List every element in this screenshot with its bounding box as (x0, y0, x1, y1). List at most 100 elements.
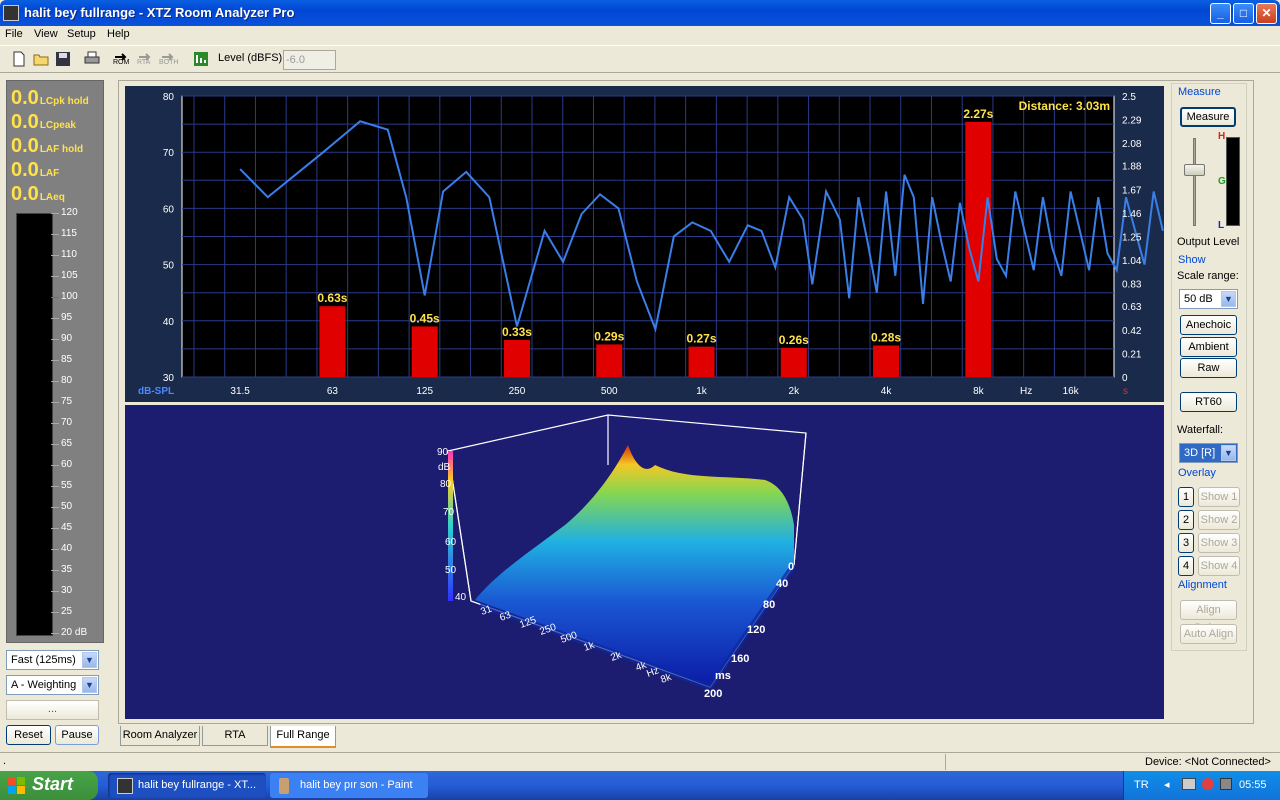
rom-label: ROM (113, 59, 130, 66)
waterfall-select[interactable]: 3D [R] ▼ (1179, 443, 1238, 463)
rt60-bar (688, 346, 715, 377)
chevron-down-icon[interactable]: ▼ (82, 652, 97, 668)
y-tick-label: 40 (163, 317, 175, 328)
y-tick-label: 30 (163, 373, 175, 384)
tab-rta[interactable]: RTA (202, 726, 268, 746)
y2-tick-label: 0 (1122, 373, 1128, 384)
rt60-bar (503, 339, 530, 377)
network-icon[interactable] (1182, 778, 1196, 790)
x-tick-label: 63 (327, 386, 339, 397)
rt60-bar (319, 306, 346, 377)
meter-tick (51, 213, 59, 214)
meter-tick-label: 40 (61, 543, 73, 554)
rt60-value-label: 2.27s (963, 107, 993, 121)
save-icon[interactable] (55, 51, 71, 67)
title-bar[interactable]: halit bey fullrange - XTZ Room Analyzer … (0, 0, 1280, 26)
taskbar: Start halit bey fullrange - XT... halit … (0, 771, 1280, 800)
taskbar-item-paint[interactable]: halit bey pır son - Paint (270, 773, 428, 798)
menu-help[interactable]: Help (107, 28, 130, 40)
app-icon[interactable] (3, 5, 19, 21)
show-group-label: Show (1178, 254, 1206, 266)
more-button[interactable]: ... (6, 700, 99, 720)
meter-tick (51, 360, 59, 361)
overlay-4-toggle[interactable]: 4 (1178, 556, 1194, 576)
meter-tick-label: 85 (61, 354, 73, 365)
level-meter-bar (16, 213, 53, 636)
meter-tick (51, 507, 59, 508)
measure-button[interactable]: Measure (1180, 107, 1236, 127)
language-indicator[interactable]: TR (1134, 779, 1149, 791)
rt60-value-label: 0.29s (594, 329, 624, 343)
analyzer-icon (117, 778, 133, 794)
output-level-led (1226, 137, 1240, 226)
start-button[interactable]: Start (0, 771, 98, 800)
meter-tick-label: 100 (61, 291, 78, 302)
anechoic-button[interactable]: Anechoic (1180, 315, 1237, 335)
menu-file[interactable]: File (5, 28, 23, 40)
chevron-down-icon[interactable]: ▼ (82, 677, 97, 693)
meter-tick-label: 35 (61, 564, 73, 575)
meter-tick-label: 75 (61, 396, 73, 407)
overlay-show-2-button[interactable]: Show 2 (1198, 510, 1240, 530)
scale-range-select[interactable]: 50 dB ▼ (1179, 289, 1238, 309)
meter-tick (51, 234, 59, 235)
tab-full-range[interactable]: Full Range (270, 726, 336, 748)
maximize-button[interactable]: □ (1233, 3, 1254, 24)
meter-tick (51, 528, 59, 529)
window-title: halit bey fullrange - XTZ Room Analyzer … (24, 5, 295, 20)
align-delay-button[interactable]: Align Delay (1180, 600, 1237, 634)
meter-tick-label: 110 (61, 249, 77, 260)
y-tick-label: 60 (163, 204, 175, 215)
close-button[interactable]: ✕ (1256, 3, 1277, 24)
meter-tick (51, 612, 59, 613)
led-low: L (1218, 220, 1225, 231)
rt60-button[interactable]: RT60 (1180, 392, 1237, 412)
x-tick-label: 2k (789, 386, 801, 397)
overlay-1-toggle[interactable]: 1 (1178, 487, 1194, 507)
scale-range-label: Scale range: (1177, 270, 1239, 282)
weighting-select[interactable]: A - Weighting ▼ (6, 675, 99, 695)
taskbar-item-analyzer[interactable]: halit bey fullrange - XT... (108, 773, 266, 798)
minimize-button[interactable]: _ (1210, 3, 1231, 24)
menu-setup[interactable]: Setup (67, 28, 96, 40)
menu-view[interactable]: View (34, 28, 58, 40)
y2-tick-label: 1.88 (1122, 162, 1142, 173)
y2-tick-label: 2.08 (1122, 139, 1142, 150)
meter-tick (51, 549, 59, 550)
print-icon[interactable] (84, 51, 100, 67)
waterfall-db-label: 60 (445, 537, 457, 548)
overlay-show-4-button[interactable]: Show 4 (1198, 556, 1240, 576)
volume-muted-icon[interactable] (1202, 778, 1214, 790)
waterfall-db-label: 80 (440, 479, 452, 490)
chevron-down-icon[interactable]: ▼ (1221, 445, 1236, 461)
reset-button[interactable]: Reset (6, 725, 51, 745)
output-level-slider[interactable] (1184, 164, 1205, 176)
tray-arrow-icon[interactable]: ◂ (1164, 778, 1170, 791)
overlay-show-1-button[interactable]: Show 1 (1198, 487, 1240, 507)
x-tick-label: 31.5 (230, 386, 250, 397)
raw-button[interactable]: Raw (1180, 358, 1237, 378)
x-tick-label: 125 (416, 386, 433, 397)
ambient-button[interactable]: Ambient (1180, 337, 1237, 357)
overlay-2-toggle[interactable]: 2 (1178, 510, 1194, 530)
x-tick-label: 4k (881, 386, 893, 397)
meter-tick-label: 105 (61, 270, 78, 281)
waterfall-panel: 90 dB 80 70 60 50 40 31 63 125 250 500 1k 2k 4k Hz 8k 0… (125, 405, 1164, 719)
open-folder-icon[interactable] (33, 51, 49, 67)
auto-align-button[interactable]: Auto Align (1180, 624, 1237, 644)
overlay-3-toggle[interactable]: 3 (1178, 533, 1194, 553)
level-input[interactable]: -6.0 (283, 50, 336, 70)
pause-button[interactable]: Pause (55, 725, 99, 745)
speed-select[interactable]: Fast (125ms) ▼ (6, 650, 99, 670)
chevron-down-icon[interactable]: ▼ (1221, 291, 1236, 307)
windows-logo-icon (8, 777, 25, 794)
overlay-show-3-button[interactable]: Show 3 (1198, 533, 1240, 553)
tab-room-analyzer[interactable]: Room Analyzer (120, 726, 200, 746)
usb-icon[interactable] (1220, 778, 1232, 790)
rt60-value-label: 0.26s (779, 333, 809, 347)
y2-tick-label: 1.46 (1122, 209, 1142, 220)
new-file-icon[interactable] (11, 51, 27, 67)
level-icon[interactable] (193, 51, 209, 67)
meter-tick (51, 465, 59, 466)
rt60-bar (596, 344, 623, 377)
